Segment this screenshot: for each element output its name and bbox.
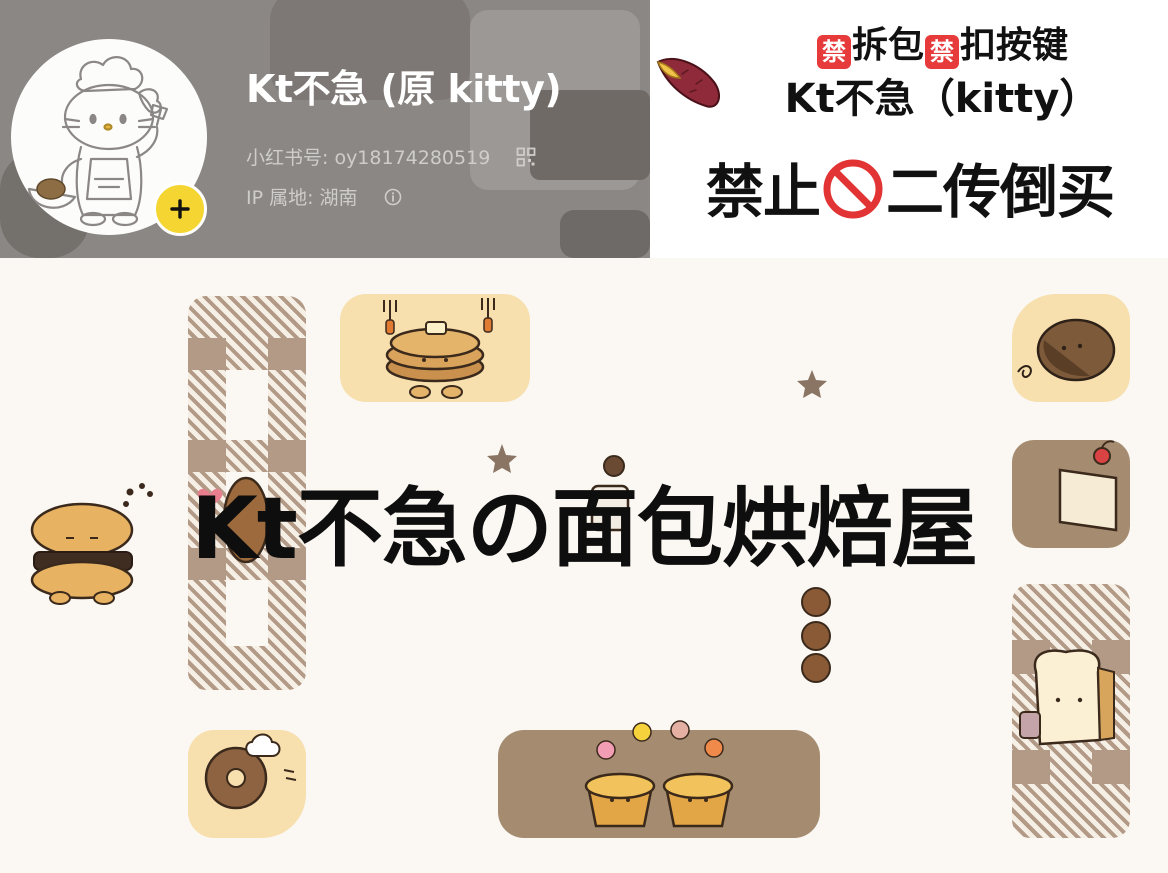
notice-panel: 禁拆包禁扣按键 Kt不急（kitty） 禁止 二传倒买: [650, 0, 1168, 258]
profile-id-text: 小红书号: oy18174280519: [246, 147, 491, 169]
notice-text: 禁止: [705, 158, 821, 226]
potato-sticker: [1017, 318, 1116, 382]
notice-text: 拆包: [851, 25, 924, 66]
info-icon[interactable]: [384, 188, 402, 206]
notice-text: 二传倒买: [886, 158, 1115, 226]
notice-rule-no-resale: 禁止 二传倒买: [658, 145, 1162, 229]
ban-badge: 禁: [816, 35, 851, 69]
notice-text: 扣按键: [960, 25, 1069, 66]
star-decor: [797, 370, 827, 398]
shop-banner-title: Kt不急の面包烘焙屋: [191, 479, 978, 579]
notice-author: Kt不急（kitty）: [784, 76, 1100, 122]
background-decor: [560, 210, 650, 258]
flower-decor: [670, 720, 690, 740]
profile-id-row: 小红书号: oy18174280519: [246, 143, 536, 170]
flower-decor: [704, 738, 724, 758]
profile-display-name: Kt不急 (原 kitty): [246, 67, 562, 111]
screenshot-canvas: Kt不急 (原 kitty) 小红书号: oy18174280519 IP 属地…: [0, 0, 1168, 873]
toast-sticker: [1019, 649, 1115, 746]
ban-badge: 禁: [925, 35, 959, 69]
notice-rule-no-unboxing: 禁拆包禁扣按键: [732, 16, 1152, 69]
flower-decor: [632, 722, 652, 742]
plus-icon: [170, 199, 190, 219]
qr-code-icon[interactable]: [516, 147, 536, 167]
cookie-stack-sticker: [801, 587, 831, 683]
profile-ip-text: IP 属地: 湖南: [246, 187, 358, 209]
donut-sticker: [204, 733, 297, 810]
profile-ip-row: IP 属地: 湖南: [246, 183, 402, 210]
follow-button[interactable]: [153, 182, 207, 236]
no-entry-icon: [823, 159, 883, 219]
pancake-sticker: [383, 298, 495, 399]
profile-header: Kt不急 (原 kitty) 小红书号: oy18174280519 IP 属地…: [0, 0, 650, 258]
flower-decor: [596, 740, 616, 760]
sweet-potato-icon: [656, 57, 721, 108]
pudding-sticker: [584, 772, 734, 828]
